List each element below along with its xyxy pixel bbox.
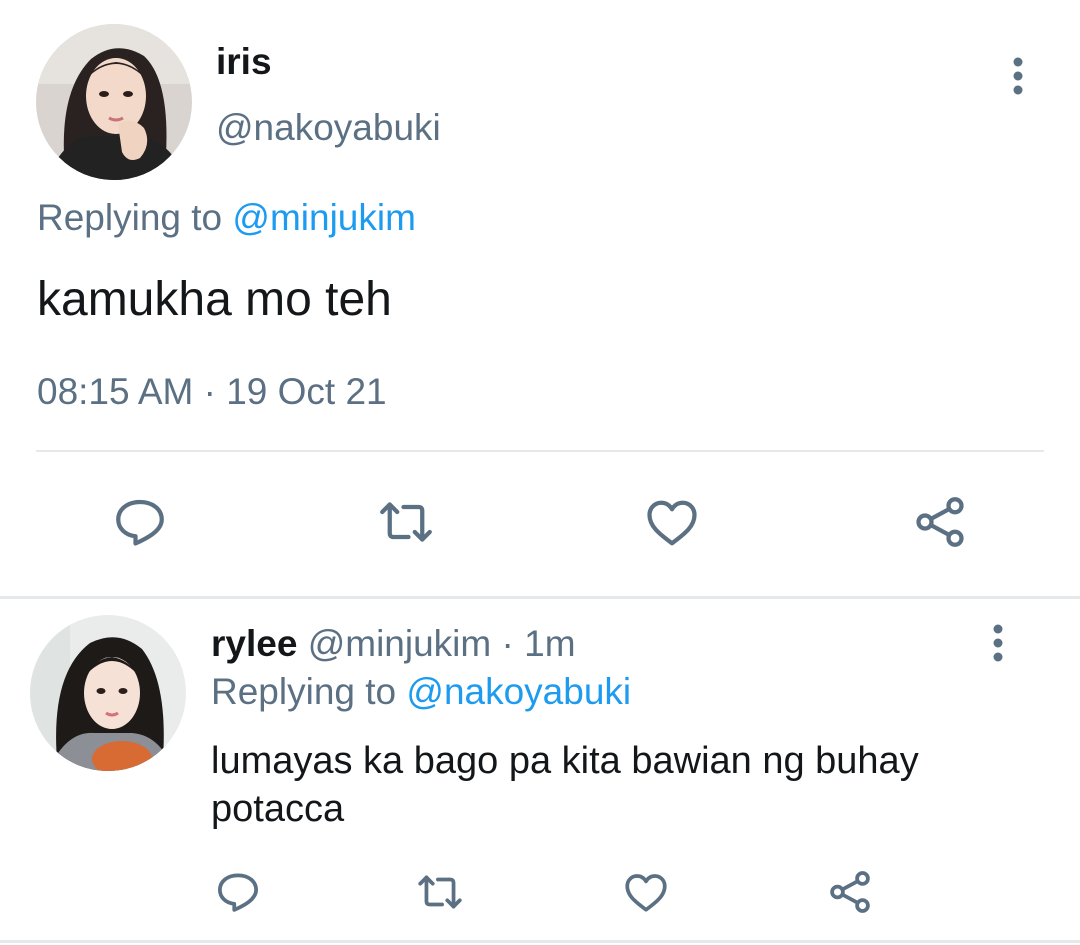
reply-icon bbox=[116, 499, 164, 546]
share-icon bbox=[830, 871, 870, 913]
display-name[interactable]: iris bbox=[216, 40, 272, 84]
replying-to: Replying to @nakoyabuki bbox=[211, 670, 631, 714]
retweet-button[interactable] bbox=[414, 866, 466, 918]
like-button[interactable] bbox=[640, 490, 704, 554]
section-divider bbox=[0, 596, 1080, 599]
share-icon bbox=[916, 497, 964, 547]
avatar[interactable] bbox=[30, 615, 186, 771]
tweet-text-line-1: lumayas ka bago pa kita bawian ng buhay bbox=[211, 740, 919, 782]
timestamp[interactable]: 08:15 AM · 19 Oct 21 bbox=[37, 370, 387, 414]
replying-to-link[interactable]: @minjukim bbox=[232, 197, 416, 238]
share-button[interactable] bbox=[824, 866, 876, 918]
avatar[interactable] bbox=[36, 24, 192, 180]
reply-icon bbox=[218, 873, 258, 912]
display-name[interactable]: rylee bbox=[211, 623, 297, 664]
share-button[interactable] bbox=[908, 490, 972, 554]
age[interactable]: 1m bbox=[524, 623, 575, 664]
replying-prefix: Replying to bbox=[37, 197, 223, 238]
replying-to-link[interactable]: @nakoyabuki bbox=[406, 671, 631, 712]
like-button[interactable] bbox=[620, 866, 672, 918]
reply-header: rylee @minjukim · 1m bbox=[211, 622, 576, 666]
tweet-text: kamukha mo teh bbox=[37, 273, 392, 326]
reply-button[interactable] bbox=[108, 490, 172, 554]
divider bbox=[36, 450, 1044, 452]
handle[interactable]: @nakoyabuki bbox=[216, 106, 441, 150]
replying-to: Replying to @minjukim bbox=[37, 196, 416, 240]
handle[interactable]: @minjukim bbox=[308, 623, 492, 664]
more-options-icon[interactable] bbox=[978, 620, 1018, 666]
more-options-icon[interactable] bbox=[998, 52, 1038, 100]
bottom-divider bbox=[0, 940, 1080, 943]
like-icon bbox=[647, 500, 697, 546]
retweet-button[interactable] bbox=[374, 490, 438, 554]
replying-prefix: Replying to bbox=[211, 671, 397, 712]
like-icon bbox=[625, 874, 667, 912]
retweet-icon bbox=[418, 875, 462, 909]
reply-button[interactable] bbox=[212, 866, 264, 918]
tweet-text-line-2: potacca bbox=[211, 788, 345, 830]
separator: · bbox=[501, 623, 514, 664]
retweet-icon bbox=[380, 502, 432, 542]
